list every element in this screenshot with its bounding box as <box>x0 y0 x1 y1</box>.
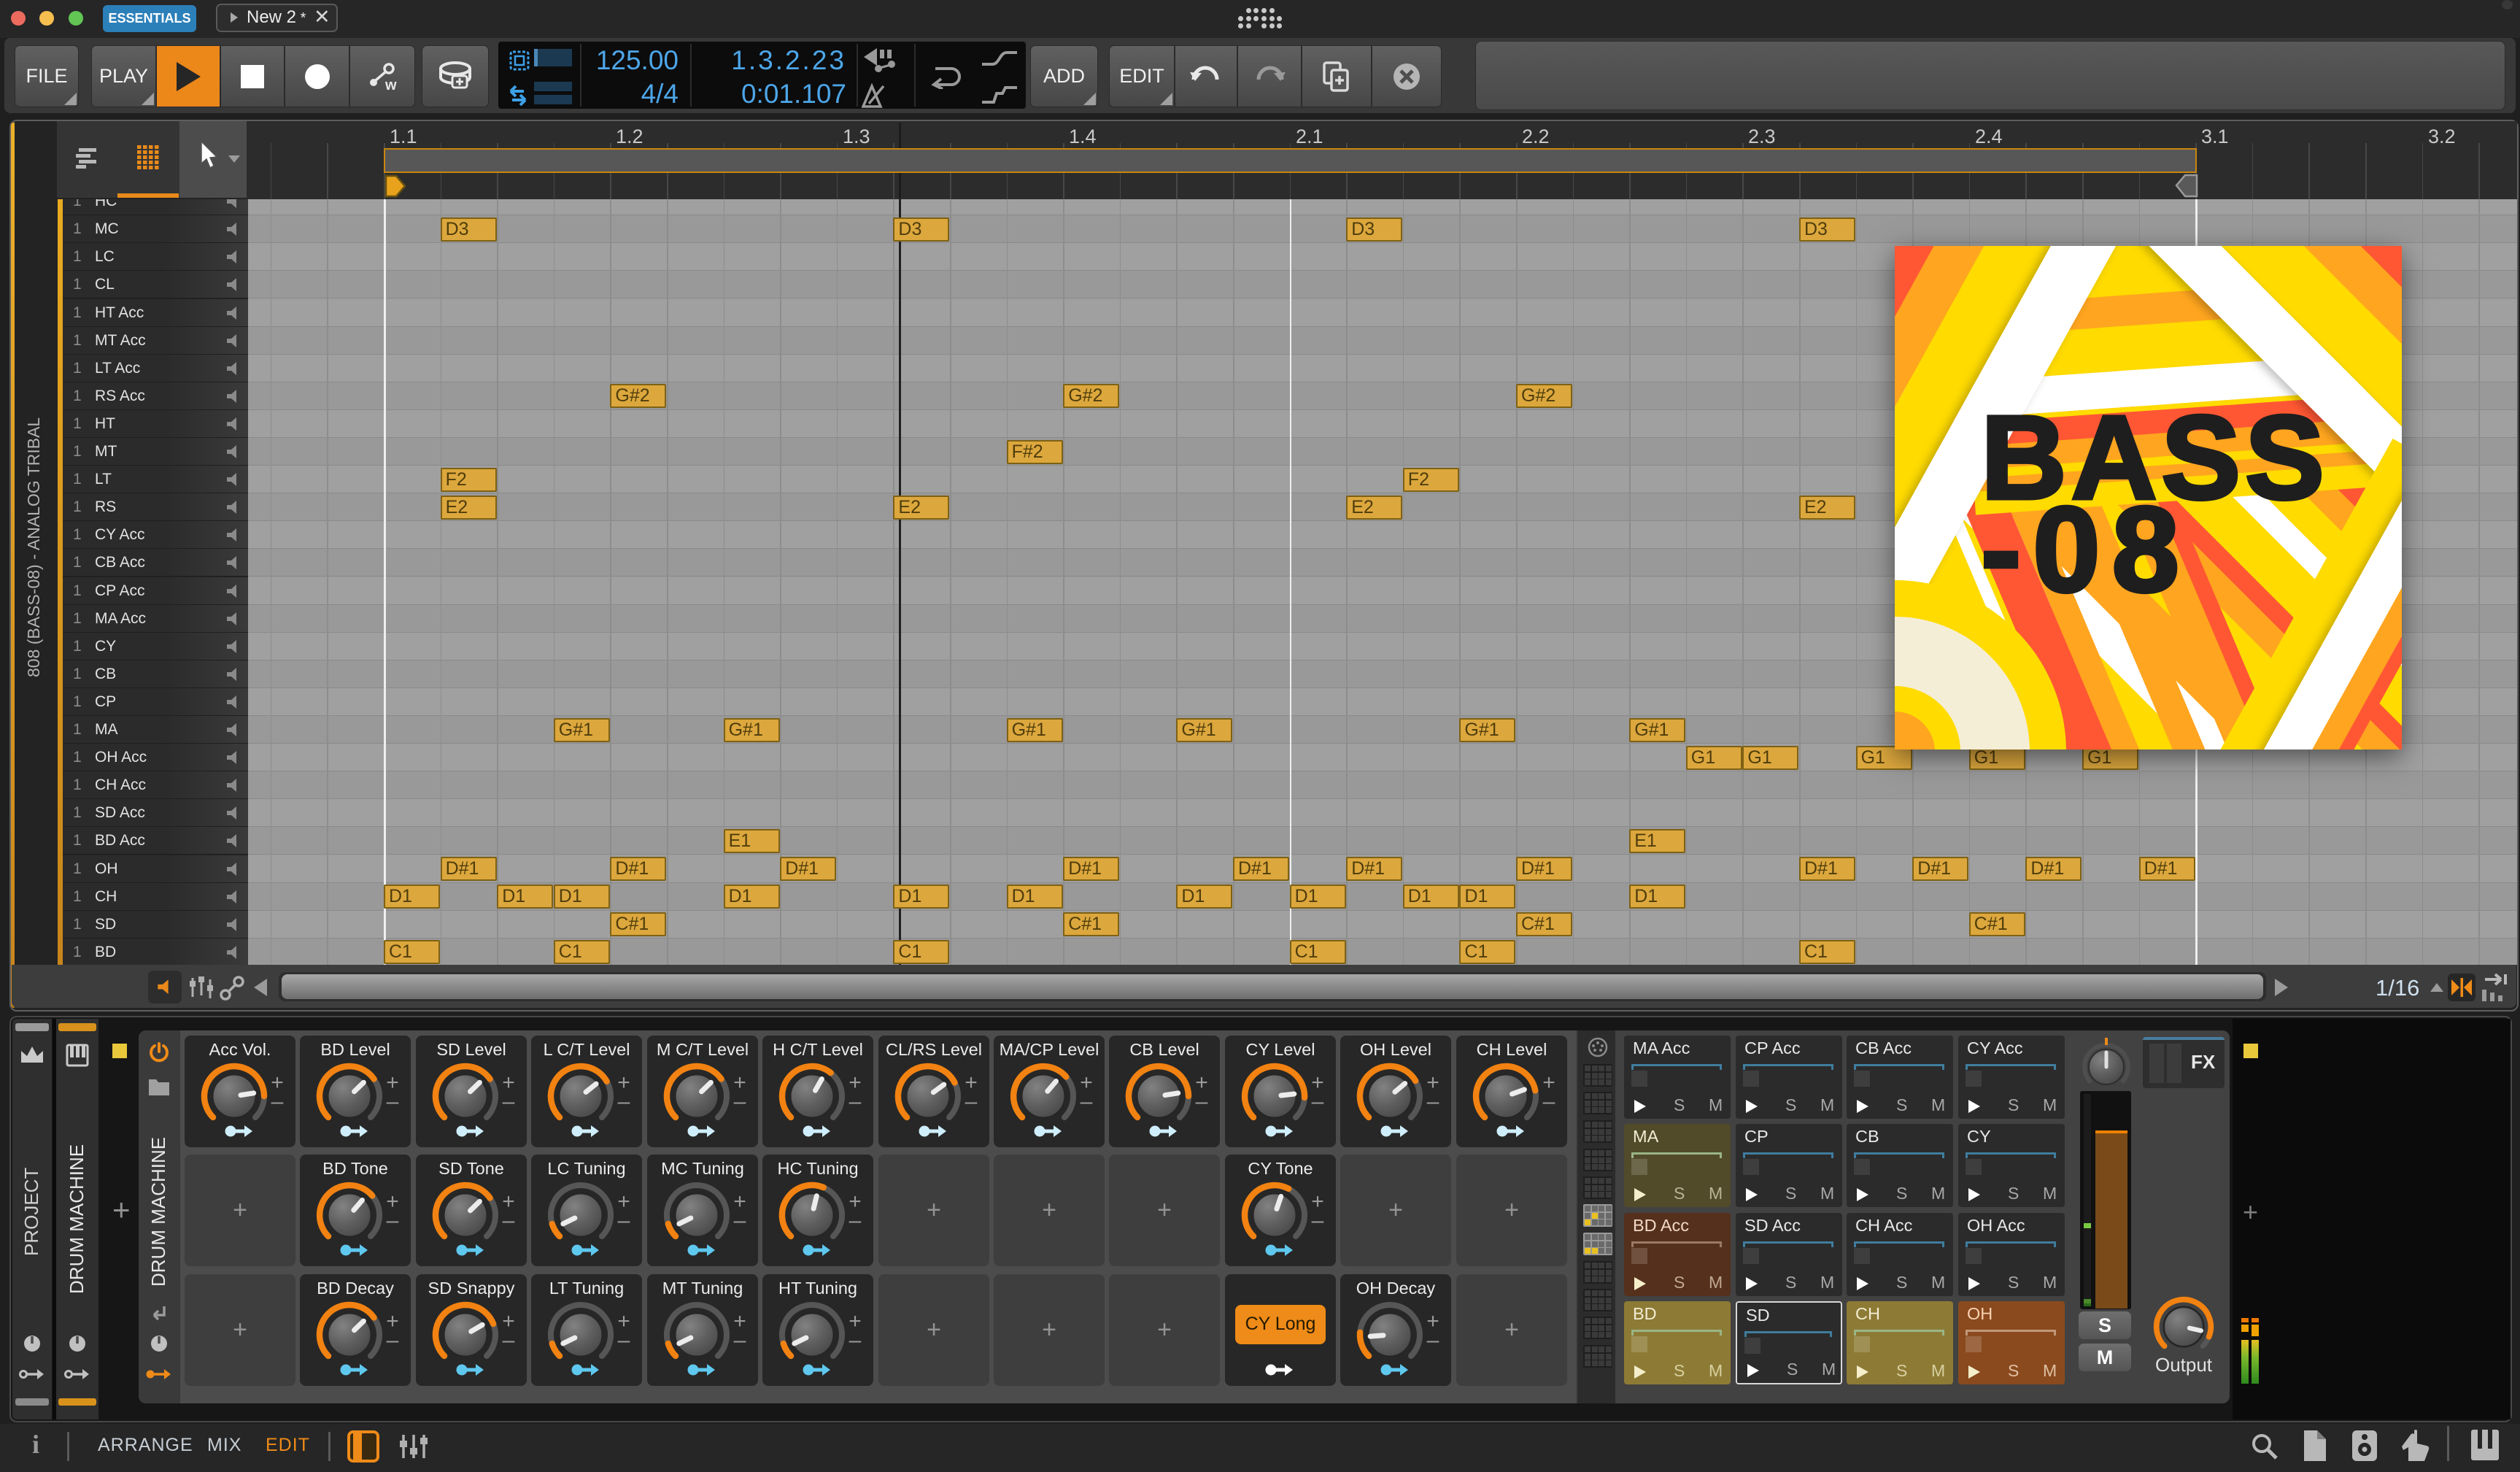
svg-text:-08: -08 <box>1981 482 2191 617</box>
svg-text:w: w <box>384 77 397 93</box>
